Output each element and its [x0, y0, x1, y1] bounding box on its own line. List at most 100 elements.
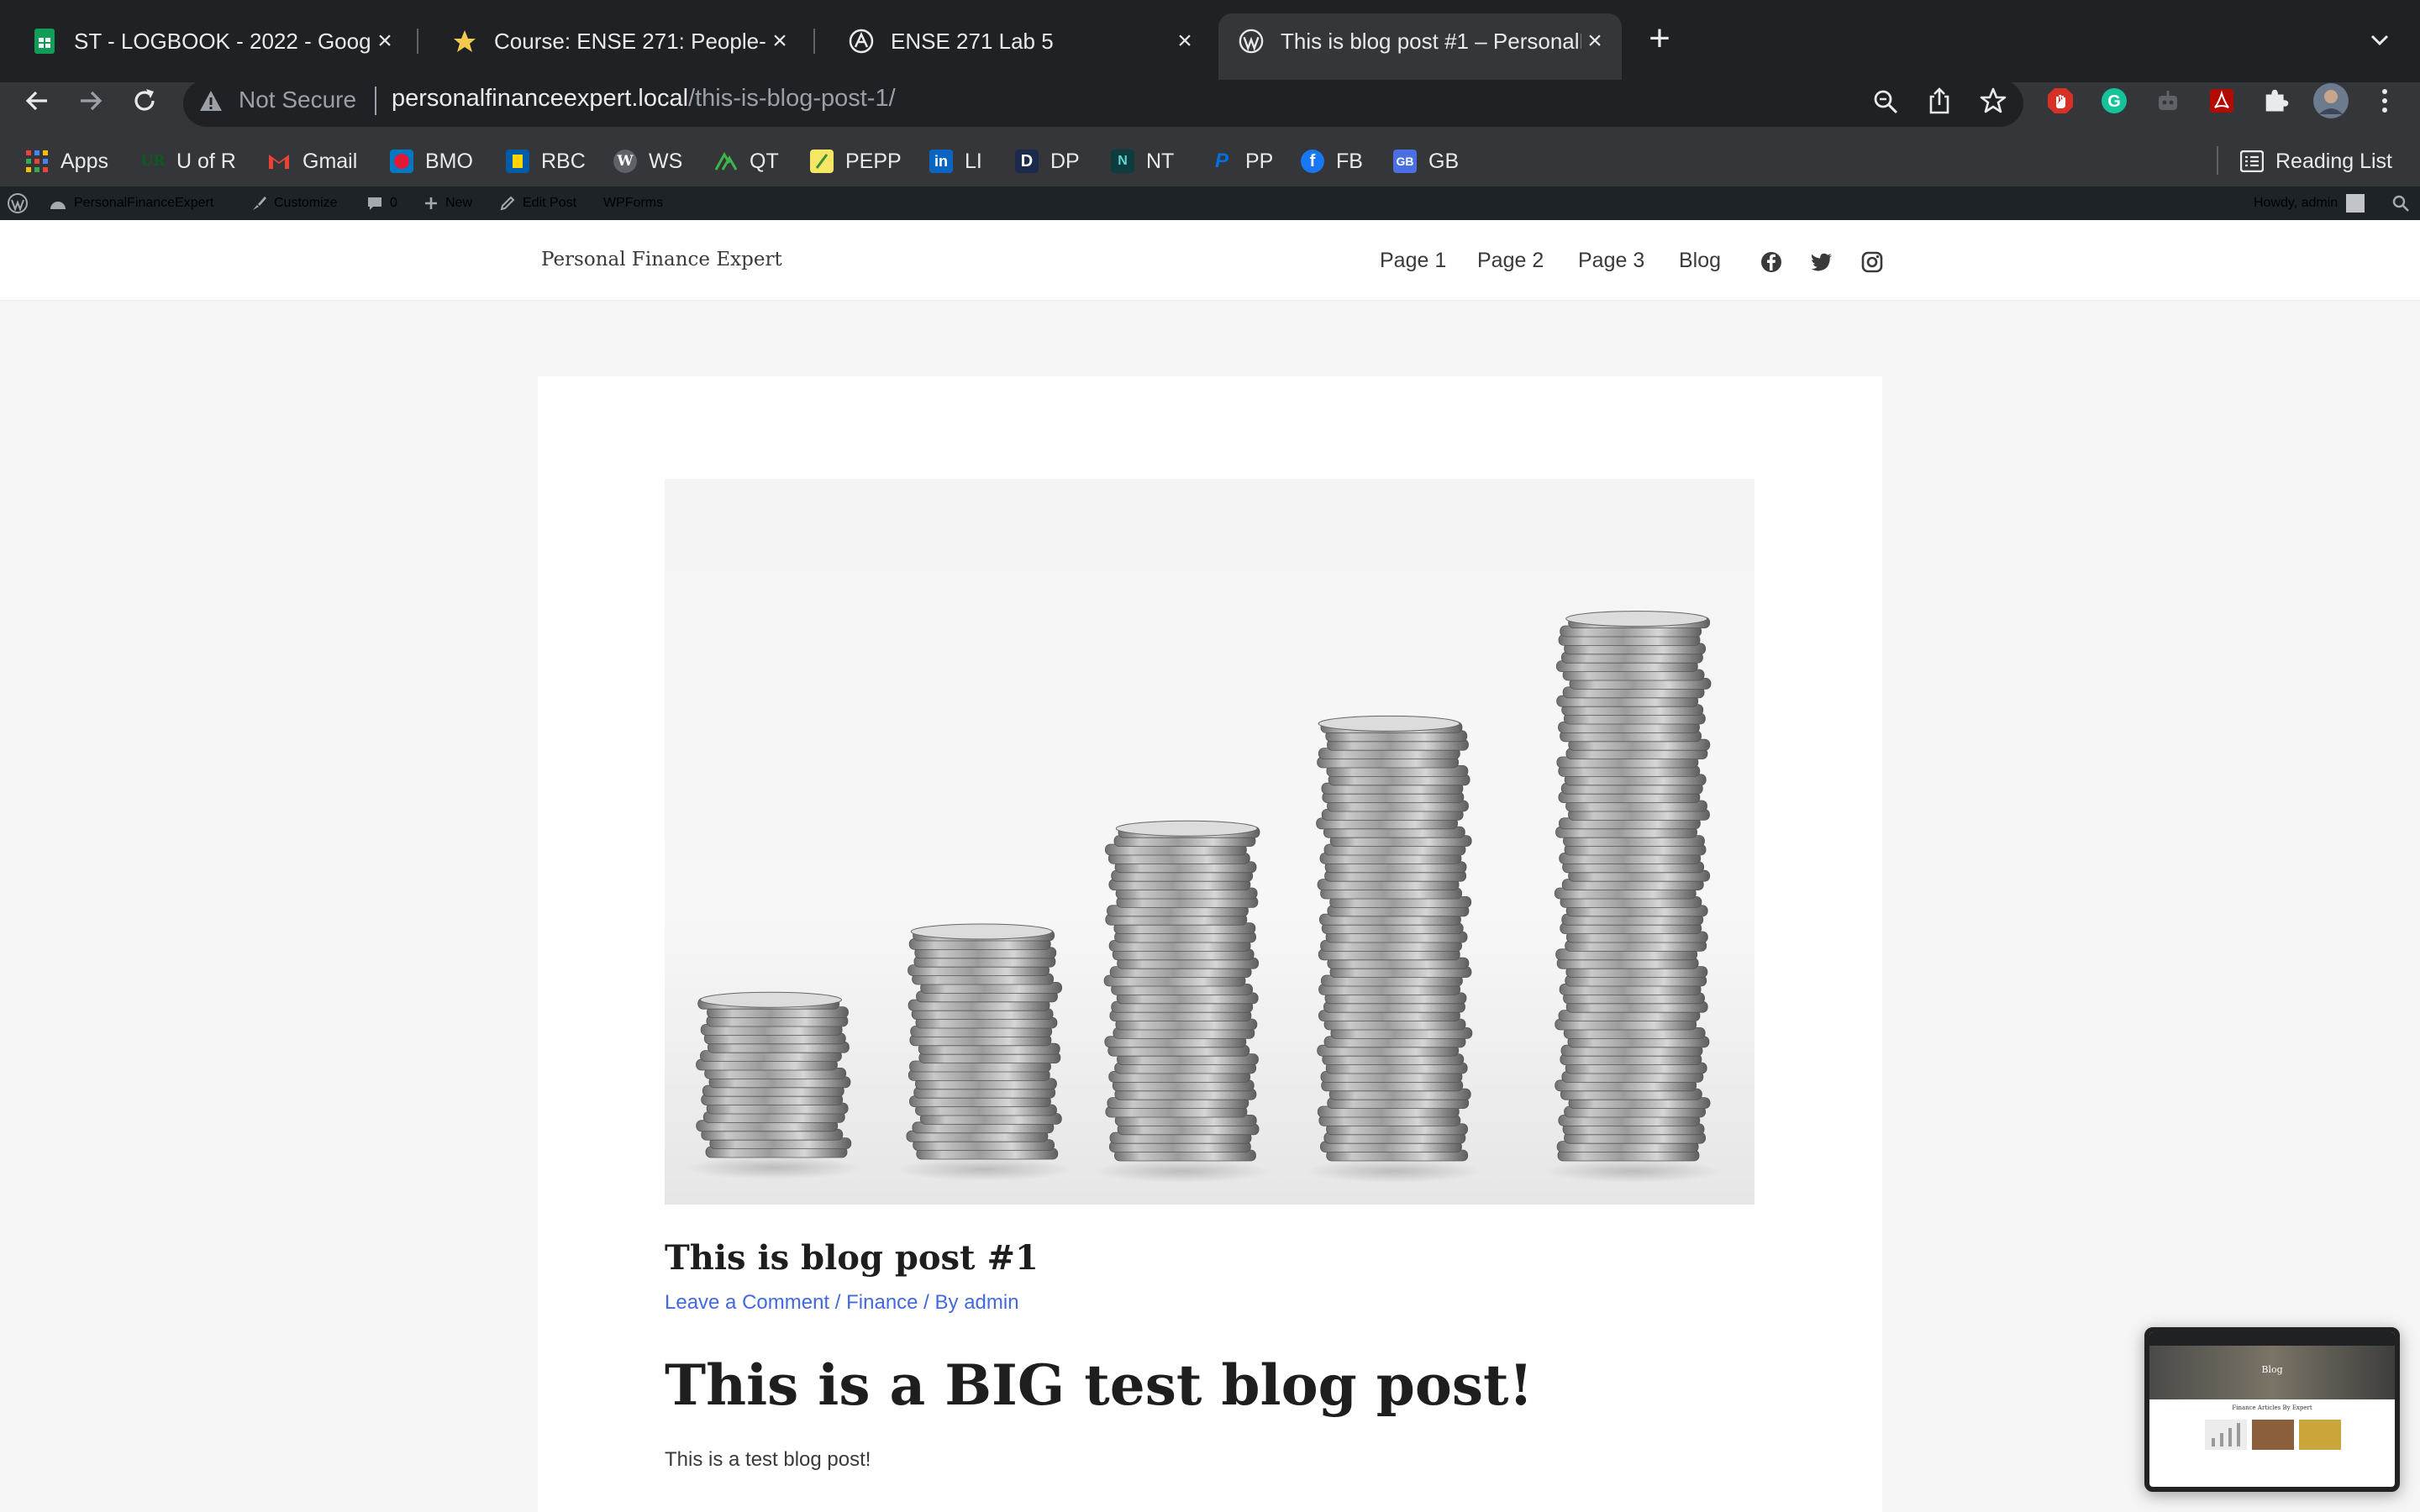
plus-icon [424, 196, 439, 211]
nav-page-3[interactable]: Page 3 [1578, 249, 1644, 273]
apps-grid-icon [25, 150, 49, 173]
close-icon[interactable]: × [1581, 27, 1608, 55]
site-title[interactable]: Personal Finance Expert [541, 249, 782, 270]
post-title[interactable]: This is blog post #1 [665, 1238, 1039, 1278]
chevron-down-icon [2370, 34, 2389, 46]
instagram-icon[interactable] [1860, 250, 1884, 274]
back-button[interactable] [17, 81, 57, 121]
bookmark-star-icon[interactable] [1976, 84, 2010, 118]
bookmark-pepp[interactable]: PEPP [810, 144, 902, 178]
coin-shadow [1094, 1159, 1270, 1183]
tab-logbook[interactable]: ST - LOGBOOK - 2022 - Google Sheets × [0, 13, 412, 69]
twitter-icon[interactable] [1810, 250, 1833, 274]
admin-site-label: PersonalFinanceExpert [74, 196, 214, 210]
reload-icon [134, 89, 155, 111]
grammarly-icon[interactable]: G [2097, 84, 2131, 118]
author-link[interactable]: admin [964, 1291, 1018, 1314]
profile-avatar[interactable] [2312, 82, 2349, 119]
svg-text:G: G [2107, 92, 2121, 111]
admin-customize-link[interactable]: Customize [250, 186, 338, 220]
bookmark-label: WS [649, 149, 683, 173]
extensions-puzzle-icon[interactable] [2259, 84, 2292, 118]
preview-chrome [2149, 1332, 2395, 1346]
kebab-menu-icon[interactable] [2368, 84, 2402, 118]
preview-hero: Blog [2149, 1346, 2395, 1399]
category-link[interactable]: Finance [846, 1291, 918, 1314]
bookmark-dp[interactable]: D DP [1015, 144, 1080, 178]
bookmark-gmail[interactable]: Gmail [267, 144, 357, 178]
coin-top [1115, 820, 1258, 837]
admin-howdy-label: Howdy, admin [2254, 196, 2338, 210]
admin-new-link[interactable]: New [424, 186, 472, 220]
bookmark-bmo[interactable]: BMO [390, 144, 473, 178]
coin-top [1565, 611, 1708, 627]
bookmark-qt[interactable]: QT [714, 144, 779, 178]
share-icon[interactable] [1923, 84, 1956, 118]
adblock-extension-icon[interactable] [2044, 84, 2077, 118]
bmo-icon [390, 150, 413, 173]
new-tab-button[interactable]: + [1643, 20, 1676, 57]
wealthsimple-icon: W [613, 150, 637, 173]
wp-logo-button[interactable] [7, 186, 29, 220]
tab-title: Course: ENSE 271: People-Centred Design [494, 28, 766, 54]
admin-search-button[interactable] [2391, 186, 2410, 220]
bookmark-uofr[interactable]: UR U of R [141, 144, 236, 178]
tab-ense271-lab5[interactable]: ENSE 271 Lab 5 × [817, 13, 1212, 69]
bookmark-gb[interactable]: GB GB [1393, 144, 1459, 178]
preview-subtitle: Finance Articles By Expert [2232, 1404, 2312, 1411]
nav-page-1[interactable]: Page 1 [1380, 249, 1446, 273]
comment-bubble-icon [366, 195, 383, 212]
url-text[interactable]: personalfinanceexpert.local/this-is-blog… [392, 85, 896, 113]
pdf-extension-icon[interactable] [2205, 84, 2238, 118]
wp-admin-bar [0, 186, 2420, 220]
preview-card-2 [2252, 1420, 2294, 1450]
reload-button[interactable] [124, 81, 165, 121]
bookmark-rbc[interactable]: RBC [506, 144, 586, 178]
tab-divider [417, 29, 418, 54]
tab-ense271-course[interactable]: Course: ENSE 271: People-Centred Design … [420, 13, 807, 69]
bookmark-pp[interactable]: P PP [1210, 144, 1273, 178]
bookmark-apps[interactable]: Apps [25, 144, 108, 178]
admin-account-menu[interactable]: Howdy, admin [2254, 186, 2365, 220]
admin-comments-link[interactable]: 0 [366, 186, 397, 220]
uofr-logo-icon: UR [140, 153, 166, 170]
screenshot-preview-thumbnail[interactable]: Blog Finance Articles By Expert [2144, 1327, 2400, 1492]
bookmark-nt[interactable]: N NT [1111, 144, 1174, 178]
leave-comment-link[interactable]: Leave a Comment [665, 1291, 829, 1314]
robot-extension-icon[interactable] [2151, 84, 2185, 118]
site-header [0, 220, 2420, 301]
admin-edit-post-link[interactable]: Edit Post [499, 186, 576, 220]
forward-button[interactable] [71, 81, 111, 121]
bookmark-label: U of R [176, 149, 236, 173]
facebook-icon: f [1301, 150, 1324, 173]
security-status[interactable]: Not Secure [239, 87, 356, 113]
warning-icon[interactable] [198, 89, 224, 117]
meta-separator: / [829, 1291, 847, 1314]
coin-top [1318, 715, 1460, 732]
coin-shadow [896, 1158, 1072, 1181]
facebook-icon[interactable] [1760, 250, 1783, 274]
coin-top [910, 923, 1053, 940]
bookmark-label: NT [1146, 149, 1175, 173]
close-icon[interactable]: × [371, 27, 398, 55]
close-icon[interactable]: × [766, 27, 793, 55]
admin-site-link[interactable]: PersonalFinanceExpert [49, 186, 213, 220]
preview-card-1 [2205, 1420, 2247, 1450]
nt-icon: N [1111, 150, 1134, 173]
tab-search-button[interactable] [2365, 25, 2395, 55]
bookmark-li[interactable]: in LI [929, 144, 982, 178]
tab-blog-post[interactable]: This is blog post #1 – PersonalFinanceEx… [1218, 13, 1622, 82]
nav-page-2[interactable]: Page 2 [1477, 249, 1544, 273]
pencil-icon [499, 195, 516, 212]
admin-wpforms-link[interactable]: WPForms [603, 186, 663, 220]
bookmark-fb[interactable]: f FB [1301, 144, 1363, 178]
url-path: /this-is-blog-post-1/ [688, 85, 896, 112]
nav-blog[interactable]: Blog [1679, 249, 1721, 273]
reading-list-button[interactable]: Reading List [2240, 144, 2392, 178]
bookmark-ws[interactable]: W WS [613, 144, 682, 178]
zoom-icon[interactable] [1869, 85, 1902, 118]
coin-shadow [1306, 1159, 1482, 1183]
gmail-icon [267, 150, 291, 173]
close-icon[interactable]: × [1171, 27, 1198, 55]
url-host: personalfinanceexpert.local [392, 85, 689, 112]
